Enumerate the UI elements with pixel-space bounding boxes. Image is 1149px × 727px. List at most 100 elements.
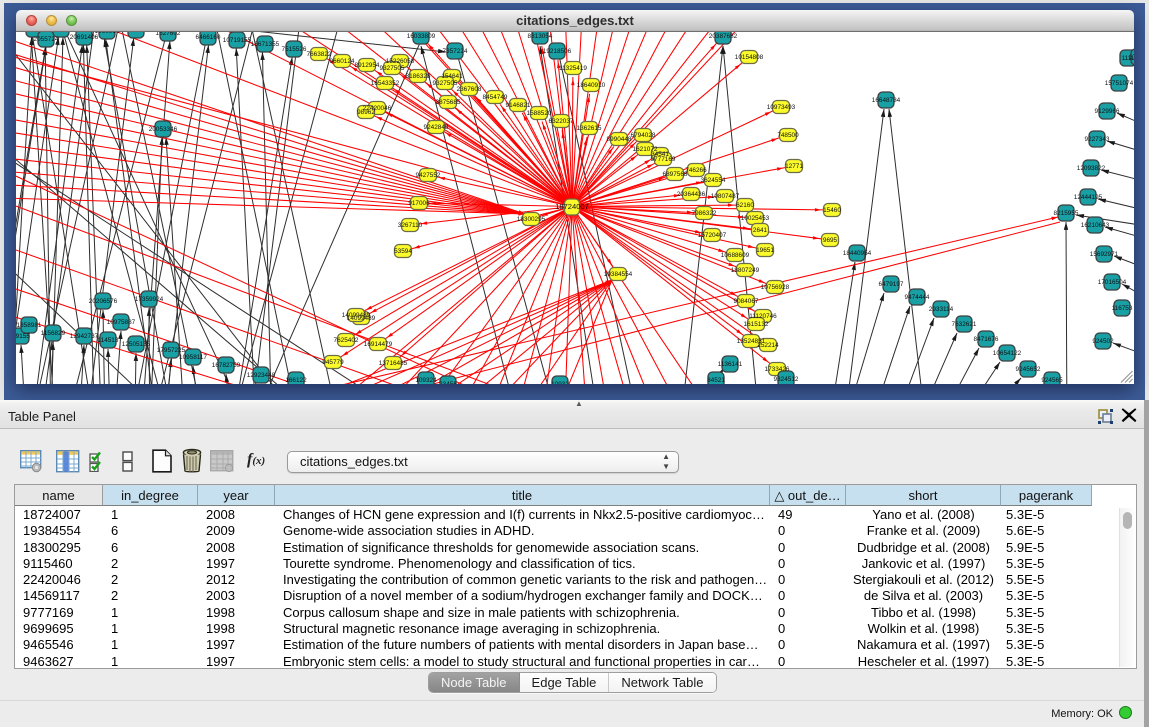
svg-text:8990448: 8990448 [607,136,632,143]
svg-text:18300295: 18300295 [517,216,546,223]
svg-text:8912954: 8912954 [355,62,380,69]
svg-text:15751074: 15751074 [1105,80,1134,87]
svg-text:9245652: 9245652 [1016,366,1041,373]
svg-text:16210643: 16210643 [1081,222,1110,229]
svg-text:1960918: 1960918 [95,32,120,35]
svg-text:2055721: 2055721 [22,32,47,33]
svg-text:9146821: 9146821 [506,102,531,109]
svg-text:1615132: 1615132 [744,321,769,328]
svg-text:924565: 924565 [1041,377,1063,384]
svg-text:9242848: 9242848 [424,124,449,131]
svg-text:1156829: 1156829 [41,330,66,337]
svg-text:9227343: 9227343 [1085,136,1110,143]
svg-text:7663822: 7663822 [307,51,332,58]
svg-text:15720407: 15720407 [698,232,727,239]
svg-text:7986322: 7986322 [692,210,717,217]
svg-text:9327505: 9327505 [433,80,458,87]
svg-text:3875685: 3875685 [436,99,461,106]
svg-text:20387682: 20387682 [709,33,738,40]
svg-text:917006: 917006 [408,200,430,207]
svg-text:9084067: 9084067 [734,298,759,305]
svg-text:988121: 988121 [50,32,72,33]
svg-text:1588520: 1588520 [527,110,552,117]
svg-text:1527602: 1527602 [156,32,181,37]
svg-text:16648784: 16648784 [872,97,901,104]
svg-text:924502: 924502 [1092,338,1114,345]
svg-text:20053346: 20053346 [149,126,178,133]
svg-text:8215955: 8215955 [1054,210,1079,217]
svg-text:7515526: 7515526 [282,46,307,53]
svg-text:9129966: 9129966 [1095,108,1120,115]
svg-text:6466160: 6466160 [196,34,221,41]
svg-text:16033809: 16033809 [407,33,436,40]
svg-text:8454749: 8454749 [483,94,508,101]
svg-text:10932: 10932 [551,381,569,384]
svg-text:10154808: 10154808 [735,54,764,61]
svg-text:9660124: 9660124 [330,58,355,65]
svg-text:39155: 39155 [16,333,30,340]
svg-text:98962: 98962 [357,109,375,116]
svg-text:12444195: 12444195 [1074,194,1103,201]
svg-text:109324: 109324 [415,377,437,384]
svg-text:748500: 748500 [777,132,799,139]
svg-text:16543352: 16543352 [371,80,400,87]
svg-text:3267110: 3267110 [398,222,423,229]
svg-text:6322037: 6322037 [549,118,574,125]
svg-text:18640910: 18640910 [577,82,606,89]
svg-text:171111: 171111 [1129,54,1134,61]
svg-text:114513: 114513 [98,337,119,344]
svg-text:2641: 2641 [753,227,768,234]
svg-text:7625402: 7625402 [334,337,359,344]
svg-text:12942737: 12942737 [70,333,99,340]
svg-text:1733426: 1733426 [765,366,790,373]
svg-text:8186328: 8186328 [406,73,431,80]
svg-text:20364436: 20364436 [677,191,706,198]
svg-text:9777169: 9777169 [651,156,676,163]
svg-text:116753: 116753 [1112,305,1133,312]
svg-text:6479197: 6479197 [879,281,904,288]
svg-text:15692971: 15692971 [1090,251,1119,258]
svg-text:10553267: 10553267 [122,32,151,34]
svg-text:8813054: 8813054 [528,33,553,40]
svg-text:9427552: 9427552 [416,172,441,179]
svg-text:2933114: 2933114 [929,306,954,313]
svg-text:10719155: 10719155 [223,37,252,44]
svg-text:15226058: 15226058 [386,58,415,65]
svg-text:18807249: 18807249 [731,267,760,274]
svg-text:10688609: 10688609 [721,252,750,259]
svg-text:2367608: 2367608 [457,86,482,93]
svg-text:15460: 15460 [823,207,841,214]
svg-text:1362615: 1362615 [577,125,602,132]
svg-text:154641: 154641 [441,73,463,80]
svg-text:10975887: 10975887 [107,319,136,326]
svg-text:9474444: 9474444 [905,294,930,301]
svg-text:6794028: 6794028 [631,132,656,139]
svg-text:11120746: 11120746 [749,313,777,320]
svg-text:12505135: 12505135 [122,341,151,348]
svg-text:17016504: 17016504 [1098,279,1127,286]
svg-text:9324512: 9324512 [774,376,799,383]
svg-text:23456: 23456 [439,381,457,384]
svg-text:17359924: 17359924 [135,296,164,303]
svg-text:12923448: 12923448 [247,372,276,379]
svg-text:53594: 53594 [394,248,412,255]
svg-text:13716485: 13716485 [379,360,408,367]
svg-text:18440954: 18440954 [843,250,872,257]
svg-text:17957225: 17957225 [157,347,186,354]
svg-text:62160: 62160 [736,202,754,209]
svg-text:252214: 252214 [757,342,779,349]
svg-text:10025453: 10025453 [741,215,770,222]
svg-text:166122: 166122 [285,377,307,384]
svg-text:9695: 9695 [823,237,838,244]
svg-text:7632621: 7632621 [952,321,977,328]
svg-text:16671355: 16671355 [251,41,280,48]
svg-text:9327505: 9327505 [380,65,405,72]
svg-text:19218506: 19218506 [543,48,572,55]
svg-text:10807487: 10807487 [711,193,740,200]
svg-text:2055724: 2055724 [34,36,59,43]
svg-text:3624554: 3624554 [701,177,726,184]
svg-text:20691406: 20691406 [70,34,99,41]
svg-text:7357224: 7357224 [443,48,468,55]
svg-text:12093822: 12093822 [1077,165,1106,172]
svg-text:14099489: 14099489 [342,312,371,319]
